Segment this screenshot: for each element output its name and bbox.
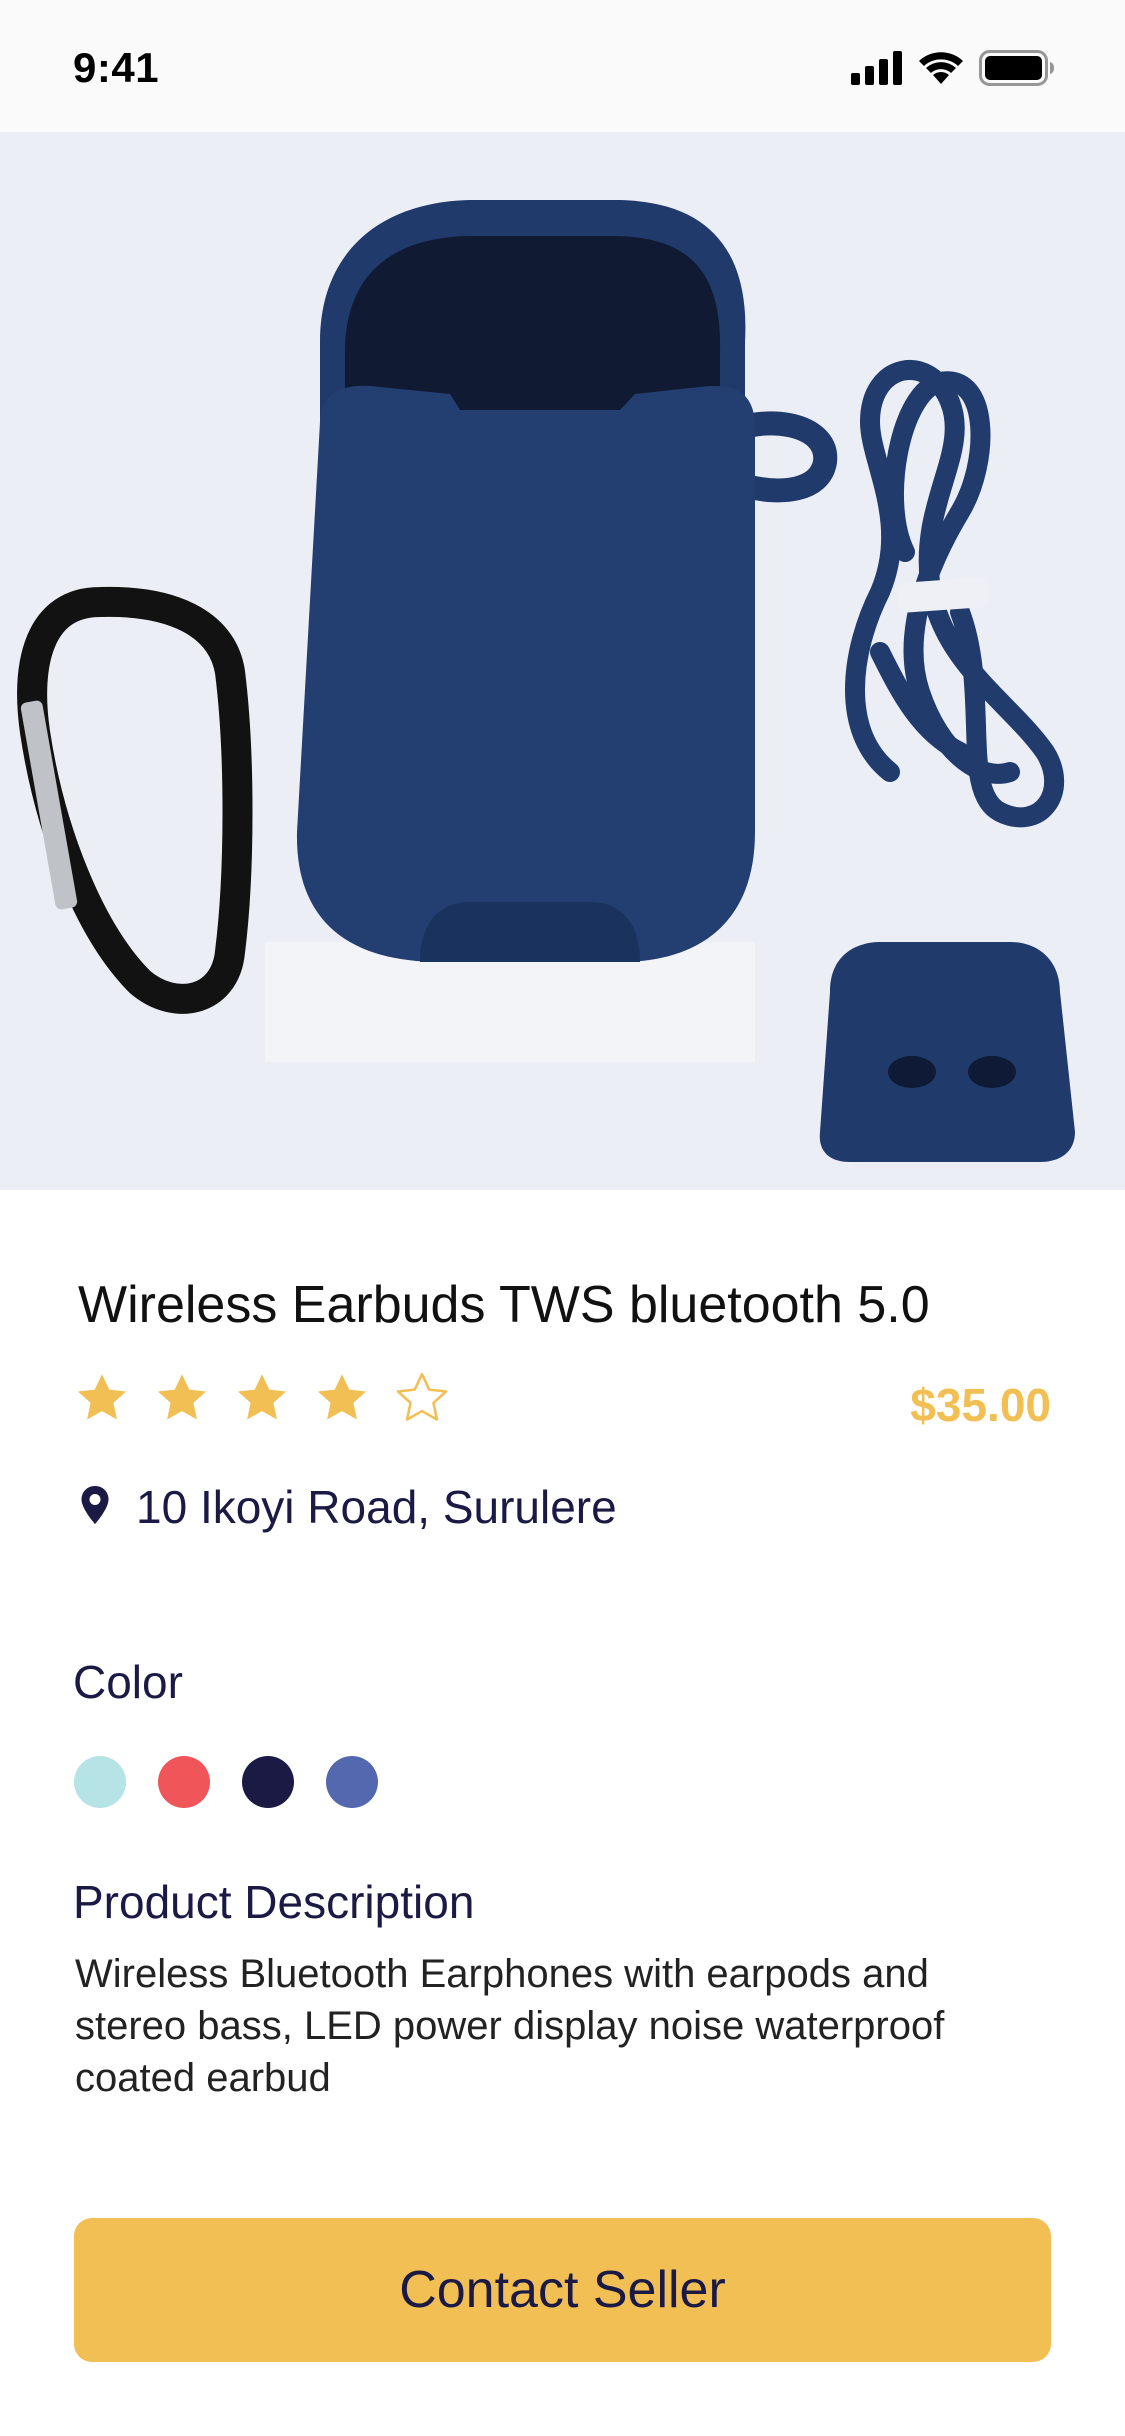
location-text: 10 Ikoyi Road, Surulere [136, 1481, 617, 1533]
contact-seller-button[interactable]: Contact Seller [74, 2218, 1051, 2362]
status-time: 9:41 [73, 44, 160, 91]
star-outline-icon [394, 1370, 450, 1426]
status-bar: 9:41 [0, 0, 1125, 132]
earbud-holder [819, 942, 1075, 1162]
color-swatch-light-blue[interactable] [74, 1756, 126, 1808]
color-swatch-blue[interactable] [326, 1756, 378, 1808]
color-label: Color [73, 1656, 183, 1708]
star-filled-icon [234, 1370, 290, 1426]
description-label: Product Description [73, 1876, 475, 1928]
description-text: Wireless Bluetooth Earphones with earpod… [75, 1952, 945, 2100]
seller-location: 10 Ikoyi Road, Surulere [80, 1480, 617, 1534]
rating-stars [74, 1370, 450, 1426]
product-title: Wireless Earbuds TWS bluetooth 5.0 [78, 1276, 930, 1334]
product-price: $35.00 [910, 1379, 1051, 1431]
location-pin-icon [80, 1485, 110, 1530]
star-filled-icon [74, 1370, 130, 1426]
color-swatch-red[interactable] [158, 1756, 210, 1808]
star-filled-icon [154, 1370, 210, 1426]
wifi-icon [917, 51, 965, 90]
signal-icon [851, 50, 903, 90]
battery-icon [979, 49, 1055, 91]
product-image [0, 132, 1125, 1190]
color-swatch-navy[interactable] [242, 1756, 294, 1808]
status-icons [851, 49, 1055, 91]
star-filled-icon [314, 1370, 370, 1426]
color-options [74, 1756, 378, 1808]
